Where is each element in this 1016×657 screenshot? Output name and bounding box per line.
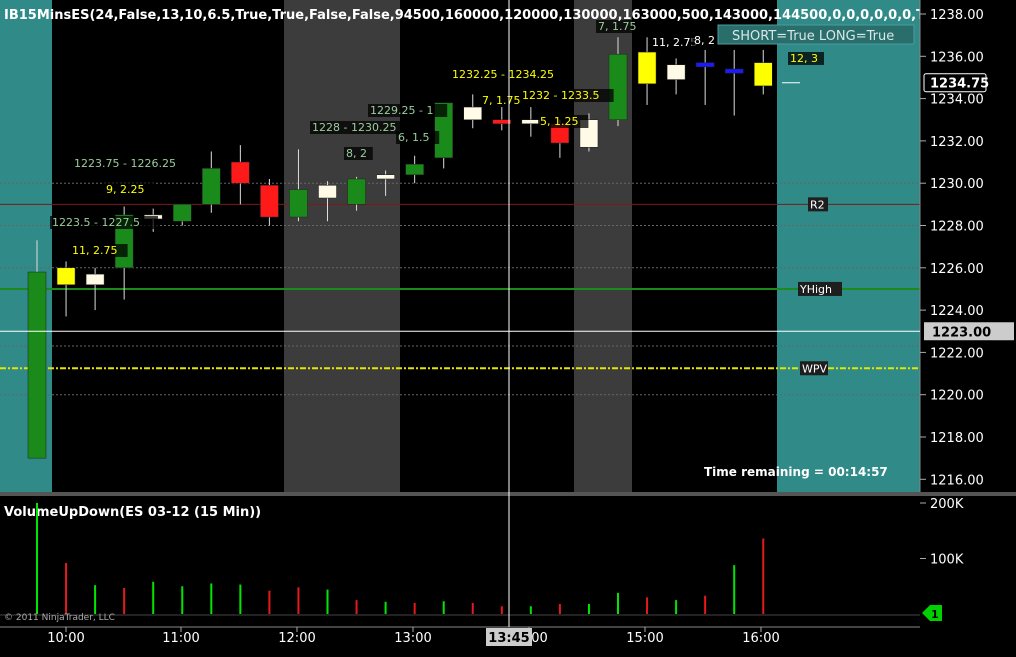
volume-pane-title: VolumeUpDown(ES 03-12 (15 Min)) [4,505,261,520]
indicator-title: IB15MinsES(24,False,13,10,6.5,True,True,… [4,8,999,23]
price-tick-label: 1230.00 [930,177,984,192]
annotation-label: 6, 1.5 [398,131,430,144]
price-tick-label: 1236.00 [930,50,984,65]
annotation-label: 9, 2.25 [106,183,144,196]
status-box-text: SHORT=True LONG=True [732,29,894,44]
candle-body [695,62,715,68]
volume-tick-label: 200K [930,497,964,512]
annotation-label: 1223.5 - 1227.5 [52,216,140,229]
annotation-label: 11, 2.75 [652,36,697,49]
volume-tick-label: 100K [930,553,964,568]
time-tick-label: 10:00 [47,631,84,646]
candle-body [56,267,76,285]
annotation-label: 1232.25 - 1234.25 [452,68,554,81]
candle-body [318,185,337,199]
annotation-label: 1232 - 1233.5 [522,89,599,102]
annotation-label: 8, 2 [694,34,715,47]
annotation-label: 7, 1.75 [482,94,520,107]
annotation-label: 1229.25 - 1 [370,104,433,117]
price-tick-label: 1238.00 [930,8,984,23]
current-price-label: 1234.75 [930,77,989,92]
candle-body [405,163,424,175]
time-tick-label: 11:00 [162,631,199,646]
crosshair-price-label: 1223.00 [932,325,991,340]
wpv-label: WPV [802,362,828,375]
annotation-label: 12, 3 [790,52,818,65]
candle-body [521,119,541,124]
candle-body [347,178,366,205]
crosshair-time-label: 13:45 [488,631,529,646]
time-remaining: Time remaining = 00:14:57 [704,465,888,479]
price-tick-label: 1216.00 [930,473,984,488]
annotation-label: 11, 2.75 [72,244,117,257]
volume-last-marker-label: 1 [931,608,939,621]
annotation-label: 1228 - 1230.25 [312,121,396,134]
candle-body [637,51,657,85]
candle-body [27,271,47,459]
ninjatrader-chart-window: R2 YHigh WPV 11, 2.75 1223.5 - 1227.5 9, 2.2… [0,0,1016,657]
candle-body [608,53,628,121]
r2-label: R2 [810,198,825,211]
price-tick-label: 1234.00 [930,93,984,108]
candle-body [202,168,221,205]
time-tick-label: 16:00 [742,631,779,646]
price-tick-label: 1228.00 [930,220,984,235]
price-tick-label: 1226.00 [930,262,984,277]
annotation-label: 8, 2 [346,147,367,160]
price-tick-label: 1220.00 [930,389,984,404]
time-tick-label: 13:00 [394,631,431,646]
candle-body [463,106,482,120]
time-tick-label: 12:00 [278,631,315,646]
price-tick-label: 1224.00 [930,304,984,319]
copyright: © 2011 NinjaTrader, LLC [4,613,115,623]
price-tick-label: 1222.00 [930,346,984,361]
candle-body [754,62,773,87]
annotation-label: 5, 1.25 [540,115,578,128]
price-tick-label: 1232.00 [930,135,984,150]
candle-body [260,185,279,218]
session-band [284,0,400,492]
yhigh-label: YHigh [799,283,832,296]
price-tick-label: 1218.00 [930,431,984,446]
time-tick-label: 15:00 [626,631,663,646]
annotation-label: 1223.75 - 1226.25 [74,157,176,170]
candle-body [724,68,744,74]
candle-body [231,161,250,184]
pane-separator[interactable] [0,492,1016,496]
candle-body [289,189,308,218]
candle-body [85,273,105,285]
candle-body [376,174,395,180]
chart-canvas[interactable]: R2 YHigh WPV 11, 2.75 1223.5 - 1227.5 9, 2.2… [0,0,1016,657]
candle-body [492,119,512,124]
candle-body [666,64,686,80]
candle-body [173,204,192,222]
